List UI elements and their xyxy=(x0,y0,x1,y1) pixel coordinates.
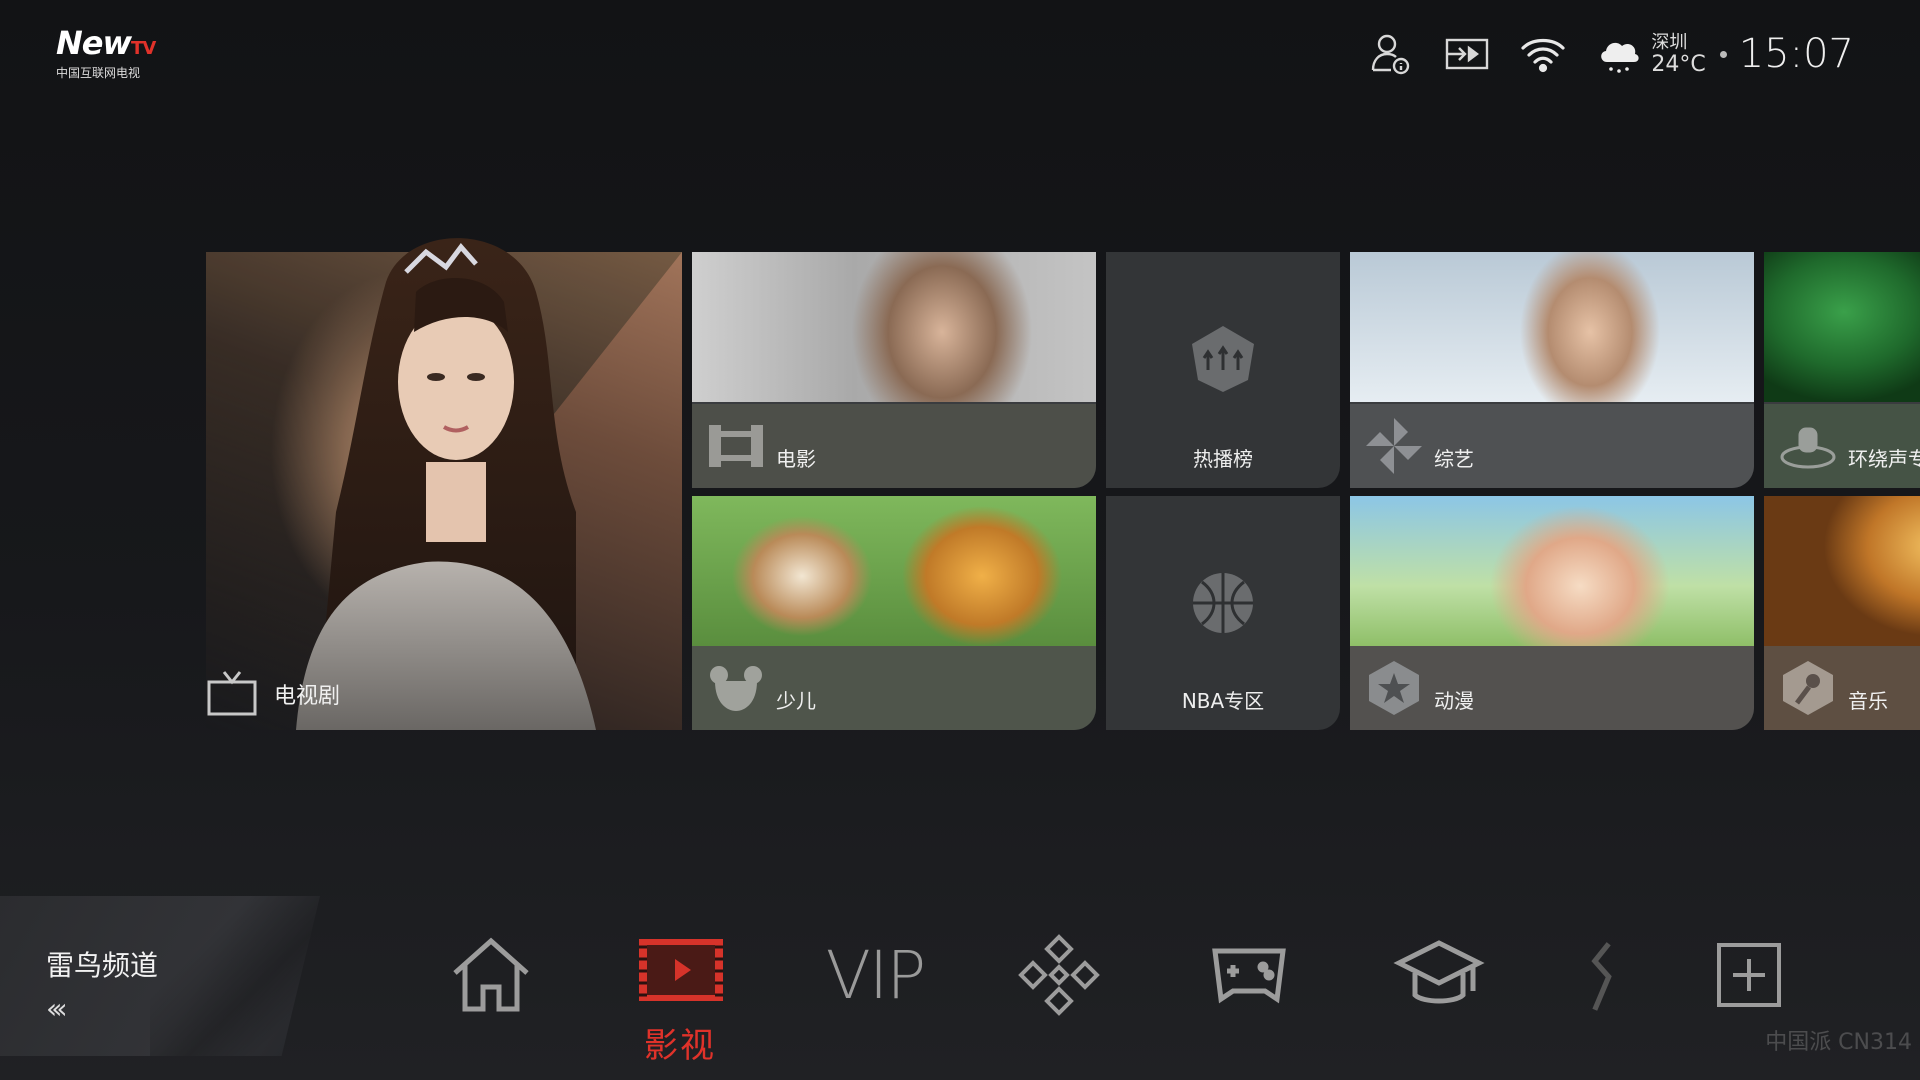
channel-title: 雷鸟频道 xyxy=(46,949,159,982)
tile-surround-sound[interactable]: 环绕声专 xyxy=(1764,252,1920,488)
education-icon xyxy=(1393,940,1485,1004)
tile-kids[interactable]: 少儿 xyxy=(692,496,1096,730)
logo-brand-suffix: TV xyxy=(131,38,156,59)
pinwheel-icon xyxy=(1364,416,1424,476)
dock-vip[interactable]: VIP xyxy=(810,920,940,1030)
wifi-icon[interactable] xyxy=(1517,28,1569,80)
music-poster-image xyxy=(1764,496,1920,646)
variety-poster-image xyxy=(1350,252,1754,402)
tile-movie-label: 电影 xyxy=(776,446,816,471)
kids-poster-image xyxy=(692,496,1096,646)
tile-music[interactable]: 音乐 xyxy=(1764,496,1920,730)
logo-subtitle: 中国互联网电视 xyxy=(56,66,141,80)
weather-readout: 深圳 24°C xyxy=(1651,32,1705,76)
dock-games[interactable] xyxy=(1194,920,1304,1030)
movie-poster-image xyxy=(692,252,1096,402)
tv-icon xyxy=(207,671,257,716)
dock-film[interactable] xyxy=(626,920,736,1030)
hero-label: 电视剧 xyxy=(206,670,340,718)
tile-variety-label: 综艺 xyxy=(1434,446,1474,471)
add-icon xyxy=(1717,943,1781,1007)
weather-cloud-rain-icon xyxy=(1593,28,1645,80)
clock: 15:07 xyxy=(1738,31,1854,77)
tile-kids-label: 少儿 xyxy=(776,688,816,713)
newtv-logo: NewTV 中国互联网电视 xyxy=(56,26,160,80)
tile-movie[interactable]: 电影 xyxy=(692,252,1096,488)
input-source-icon[interactable] xyxy=(1441,28,1493,80)
dock-add[interactable] xyxy=(1694,920,1804,1030)
surround-poster-image xyxy=(1764,252,1920,402)
tile-tv-series[interactable]: 电视剧 xyxy=(206,238,682,730)
film-icon xyxy=(706,416,766,476)
more-icon xyxy=(1591,942,1612,1011)
watermark: 中国派 CN314 xyxy=(1765,1030,1912,1055)
anime-poster-image xyxy=(1350,496,1754,646)
dock-home[interactable] xyxy=(436,920,546,1030)
tile-surround-label: 环绕声专 xyxy=(1848,446,1920,471)
vip-icon: VIP xyxy=(825,936,926,1014)
tile-anime-bar: 动漫 xyxy=(1350,646,1754,730)
film-strip-icon xyxy=(639,939,723,1001)
tile-kids-bar: 少儿 xyxy=(692,646,1096,730)
tile-anime-label: 动漫 xyxy=(1434,688,1474,713)
logo-brand: New xyxy=(56,24,132,62)
home-screen: NewTV 中国互联网电视 深圳 24°C 15:07 电视剧 电影 热播榜 综… xyxy=(0,0,1920,1080)
weather-city: 深圳 xyxy=(1651,32,1688,53)
dock-apps[interactable] xyxy=(1004,920,1114,1030)
hero-label-text: 电视剧 xyxy=(274,684,341,709)
tile-music-bar: 音乐 xyxy=(1764,646,1920,730)
dock-film-label: 影视 xyxy=(644,1026,716,1066)
tile-hot-rank[interactable]: 热播榜 xyxy=(1106,252,1340,488)
tile-surround-bar: 环绕声专 xyxy=(1764,404,1920,488)
microphone-icon xyxy=(1778,658,1838,718)
separator-dot xyxy=(1719,50,1727,58)
tile-variety[interactable]: 综艺 xyxy=(1350,252,1754,488)
dock-more[interactable] xyxy=(1560,920,1640,1030)
bear-icon xyxy=(706,658,766,718)
user-info-icon[interactable] xyxy=(1365,28,1417,80)
apps-icon xyxy=(1018,934,1100,1016)
tile-nba-label: NBA专区 xyxy=(1181,689,1265,713)
tile-variety-bar: 综艺 xyxy=(1350,404,1754,488)
basketball-icon xyxy=(1193,573,1253,633)
tile-anime[interactable]: 动漫 xyxy=(1350,496,1754,730)
status-bar: 深圳 24°C 15:07 xyxy=(1341,24,1854,84)
game-controller-icon xyxy=(1212,948,1286,1004)
tile-nba[interactable]: NBA专区 xyxy=(1106,496,1340,730)
tile-movie-bar: 电影 xyxy=(692,404,1096,488)
weather-temp: 24°C xyxy=(1651,52,1706,77)
headphone-icon xyxy=(1778,416,1838,476)
star-icon xyxy=(1364,658,1424,718)
hot-rank-icon xyxy=(1192,326,1254,392)
dock-education[interactable] xyxy=(1384,920,1494,1030)
channel-shade xyxy=(150,896,320,1056)
tile-hot-rank-label: 热播榜 xyxy=(1193,447,1253,471)
channel-back-arrow-icon[interactable]: ‹‹‹ xyxy=(46,992,67,1025)
channel-panel[interactable]: 雷鸟频道 ‹‹‹ xyxy=(0,896,320,1056)
hero-character-image xyxy=(296,238,596,730)
home-icon xyxy=(453,937,529,1012)
tile-music-label: 音乐 xyxy=(1848,688,1888,713)
